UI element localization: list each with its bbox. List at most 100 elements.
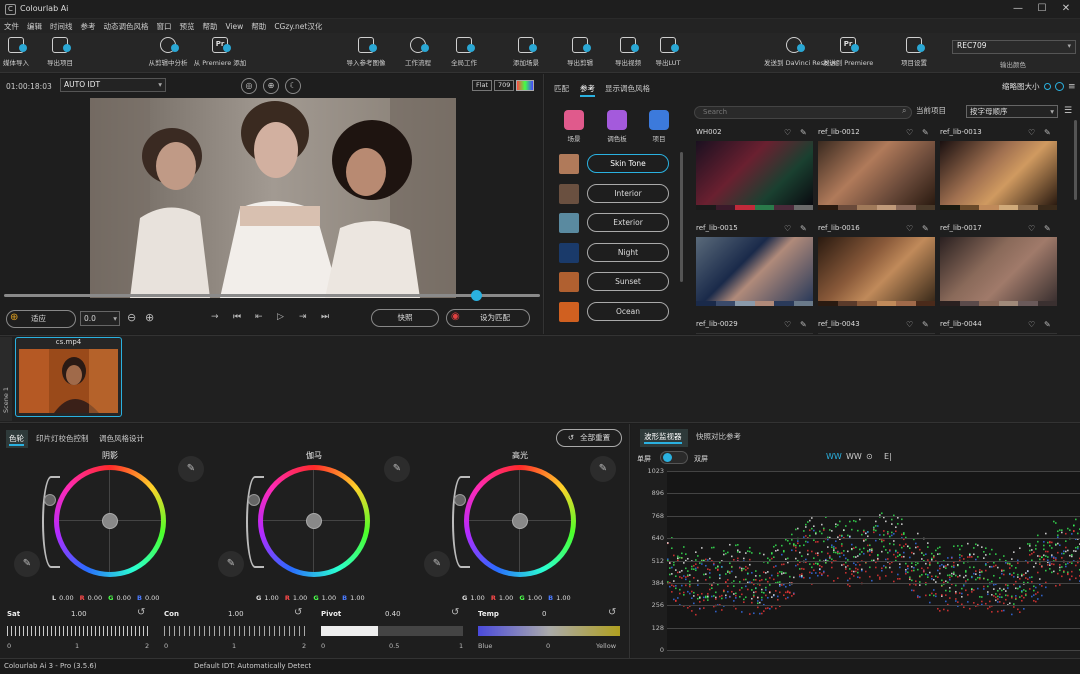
zoom-input[interactable]: 0.0 ▾	[80, 311, 120, 326]
flat-toggle[interactable]: Flat	[472, 80, 493, 91]
maximize-button[interactable]: ☐	[1032, 2, 1052, 16]
waveform-rgb-icon[interactable]: WW	[826, 452, 842, 461]
minimize-button[interactable]: —	[1008, 2, 1028, 16]
menu-item-2[interactable]: 时间线	[50, 21, 73, 32]
category-row-sunset[interactable]: Sunset	[556, 271, 678, 293]
slider-value[interactable]: 1.00	[228, 610, 244, 618]
sort-select[interactable]: 按字母顺序 ▾	[966, 105, 1058, 118]
current-project-toggle[interactable]: 当前项目	[916, 105, 946, 116]
compare-icon[interactable]: ⊕	[263, 78, 279, 94]
reset-icon[interactable]: ↺	[608, 607, 616, 618]
menu-item-1[interactable]: 编辑	[27, 21, 42, 32]
channel-value[interactable]: 0.00	[116, 594, 130, 602]
menu-icon[interactable]: ≡	[1068, 82, 1076, 92]
thumb-size-small[interactable]	[1044, 83, 1051, 90]
rec709-toggle[interactable]: 709	[494, 80, 515, 91]
heart-icon[interactable]: ♡	[784, 128, 791, 137]
menu-item-5[interactable]: 窗口	[157, 21, 172, 32]
category-row-ocean[interactable]: Ocean	[556, 301, 678, 323]
toolbar-premiere-send-button[interactable]: Pr 发送到 Premiere	[818, 37, 878, 67]
menu-item-9[interactable]: 帮助	[251, 21, 266, 32]
channel-value[interactable]: 0.00	[59, 594, 73, 602]
toolbar-davinci-button[interactable]: 发送到 DaVinci Resolve	[764, 37, 837, 67]
lift-slider-knob[interactable]	[248, 494, 260, 506]
wheel-knob[interactable]	[102, 513, 118, 529]
tab-color-wheels[interactable]: 色轮	[9, 433, 24, 446]
library-scrollbar[interactable]	[1074, 120, 1077, 200]
tab-printer-lights[interactable]: 印片灯校色控制	[36, 433, 89, 444]
eyedropper-icon[interactable]: ✎	[178, 456, 204, 482]
heart-icon[interactable]: ♡	[906, 224, 913, 233]
heart-icon[interactable]: ♡	[1028, 320, 1035, 329]
slider-track[interactable]	[164, 626, 306, 636]
slider-value[interactable]: 0	[542, 610, 546, 618]
reset-icon[interactable]: ↺	[137, 607, 145, 618]
tab-style-design[interactable]: 调色风格设计	[99, 433, 144, 444]
eyedropper-icon[interactable]: ✎	[384, 456, 410, 482]
channel-value[interactable]: 1.00	[264, 594, 278, 602]
category-button-0[interactable]: 场景	[557, 110, 591, 143]
prev-frame-icon[interactable]: ⏮	[233, 312, 241, 322]
color-wheel-2[interactable]	[464, 465, 576, 577]
category-button-2[interactable]: 项目	[642, 110, 676, 143]
edit-icon[interactable]: ✎	[922, 128, 929, 137]
slider-value[interactable]: 1.00	[71, 610, 87, 618]
lift-slider-arc[interactable]	[42, 476, 60, 568]
arrow-right-icon[interactable]: →	[211, 312, 219, 322]
slider-value[interactable]: 0.40	[385, 610, 401, 618]
toolbar-import-reference-button[interactable]: 导入参考图像	[336, 37, 396, 67]
reference-card[interactable]: ref_lib-0044 ♡ ✎	[940, 320, 1057, 334]
edit-icon[interactable]: ✎	[800, 224, 807, 233]
menu-item-4[interactable]: 动态调色风格	[104, 21, 149, 32]
zoom-in-icon[interactable]: ⊕	[145, 311, 154, 324]
tab-snapshot-compare[interactable]: 快照对比参考	[696, 431, 741, 442]
tab-reference[interactable]: 参考	[580, 83, 595, 97]
edit-icon[interactable]: ✎	[800, 320, 807, 329]
heart-icon[interactable]: ♡	[906, 320, 913, 329]
tab-match[interactable]: 匹配	[554, 83, 569, 94]
menu-item-7[interactable]: 帮助	[203, 21, 218, 32]
color-wheel-1[interactable]	[258, 465, 370, 577]
toolbar-premiere-add-button[interactable]: Pr 从 Premiere 添加	[190, 37, 250, 67]
toolbar-global-work-button[interactable]: 全局工作	[434, 37, 494, 67]
waveform-luma-icon[interactable]: WW	[846, 452, 862, 461]
rgb-toggle-icon[interactable]	[516, 80, 534, 91]
edit-icon[interactable]: ✎	[922, 320, 929, 329]
tab-show-styles[interactable]: 显示调色风格	[605, 83, 650, 94]
toolbar-export-lut-button[interactable]: 导出LUT	[638, 37, 698, 67]
lift-slider-arc[interactable]	[452, 476, 470, 568]
thumb-size-medium[interactable]	[1055, 82, 1064, 91]
menu-item-0[interactable]: 文件	[4, 21, 19, 32]
menu-item-10[interactable]: CGzy.net汉化	[274, 21, 322, 32]
scrubber-handle[interactable]	[470, 290, 482, 301]
lift-slider-knob[interactable]	[44, 494, 56, 506]
edit-icon[interactable]: ✎	[800, 128, 807, 137]
heart-icon[interactable]: ♡	[1028, 224, 1035, 233]
heart-icon[interactable]: ♡	[1028, 128, 1035, 137]
channel-value[interactable]: 0.00	[88, 594, 102, 602]
channel-value[interactable]: 1.00	[350, 594, 364, 602]
toolbar-export-project-button[interactable]: 导出项目	[30, 37, 90, 67]
eyedropper-icon[interactable]: ✎	[590, 456, 616, 482]
slider-track[interactable]	[7, 626, 149, 636]
menu-item-8[interactable]: View	[226, 22, 244, 31]
color-space-select[interactable]: REC709 ▾	[952, 40, 1076, 54]
eyedropper-off-icon[interactable]: ✎	[14, 551, 40, 577]
channel-value[interactable]: 1.00	[293, 594, 307, 602]
edit-icon[interactable]: ✎	[922, 224, 929, 233]
reference-card[interactable]: WH002 ♡ ✎	[696, 128, 813, 220]
play-icon[interactable]: ▷	[277, 312, 284, 322]
lift-slider-knob[interactable]	[454, 494, 466, 506]
edit-icon[interactable]: ✎	[1044, 320, 1051, 329]
list-view-icon[interactable]: ☰	[1064, 106, 1072, 116]
category-row-night[interactable]: Night	[556, 242, 678, 264]
search-input[interactable]: Search	[694, 106, 912, 119]
idt-select[interactable]: AUTO IDT ▾	[60, 78, 166, 92]
step-forward-icon[interactable]: ⇥	[299, 312, 307, 322]
slider-track[interactable]	[478, 626, 620, 636]
reference-card[interactable]: ref_lib-0017 ♡ ✎	[940, 224, 1057, 316]
night-mode-icon[interactable]: ☾	[285, 78, 301, 94]
channel-value[interactable]: 1.00	[470, 594, 484, 602]
category-row-skin-tone[interactable]: Skin Tone	[556, 153, 678, 175]
category-row-interior[interactable]: Interior	[556, 183, 678, 205]
